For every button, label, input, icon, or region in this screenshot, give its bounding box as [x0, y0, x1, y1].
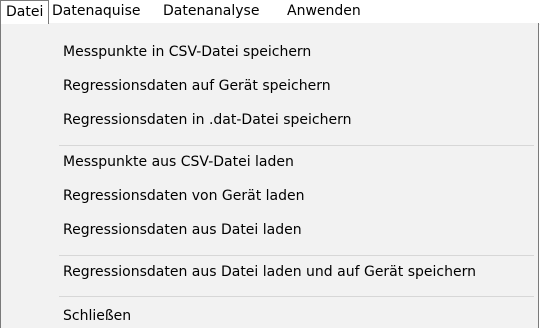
- menu-datenaquise[interactable]: Datenaquise: [47, 0, 145, 24]
- menu-datei[interactable]: Datei: [0, 0, 50, 24]
- menu-item-load-regression-device[interactable]: Regressionsdaten von Gerät laden: [63, 184, 305, 208]
- menu-item-load-file-save-device[interactable]: Regressionsdaten aus Datei laden und auf…: [63, 260, 476, 284]
- menu-item-load-regression-file[interactable]: Regressionsdaten aus Datei laden: [63, 218, 302, 242]
- menu-icon-gutter: [1, 23, 31, 328]
- menu-separator: [59, 255, 534, 256]
- datei-dropdown-menu: Messpunkte in CSV-Datei speichern Regres…: [0, 23, 539, 328]
- menu-item-save-csv[interactable]: Messpunkte in CSV-Datei speichern: [63, 40, 311, 64]
- menu-anwenden[interactable]: Anwenden: [282, 0, 366, 24]
- menu-datenanalyse[interactable]: Datenanalyse: [158, 0, 264, 24]
- menu-item-save-regression-device[interactable]: Regressionsdaten auf Gerät speichern: [63, 74, 331, 98]
- menu-separator: [59, 296, 534, 297]
- menu-item-load-csv[interactable]: Messpunkte aus CSV-Datei laden: [63, 150, 294, 174]
- menu-item-close[interactable]: Schließen: [63, 304, 131, 328]
- menu-separator: [59, 145, 534, 146]
- menu-item-save-regression-dat[interactable]: Regressionsdaten in .dat-Datei speichern: [63, 108, 351, 132]
- menu-bar: Datei Datenaquise Datenanalyse Anwenden: [0, 0, 540, 25]
